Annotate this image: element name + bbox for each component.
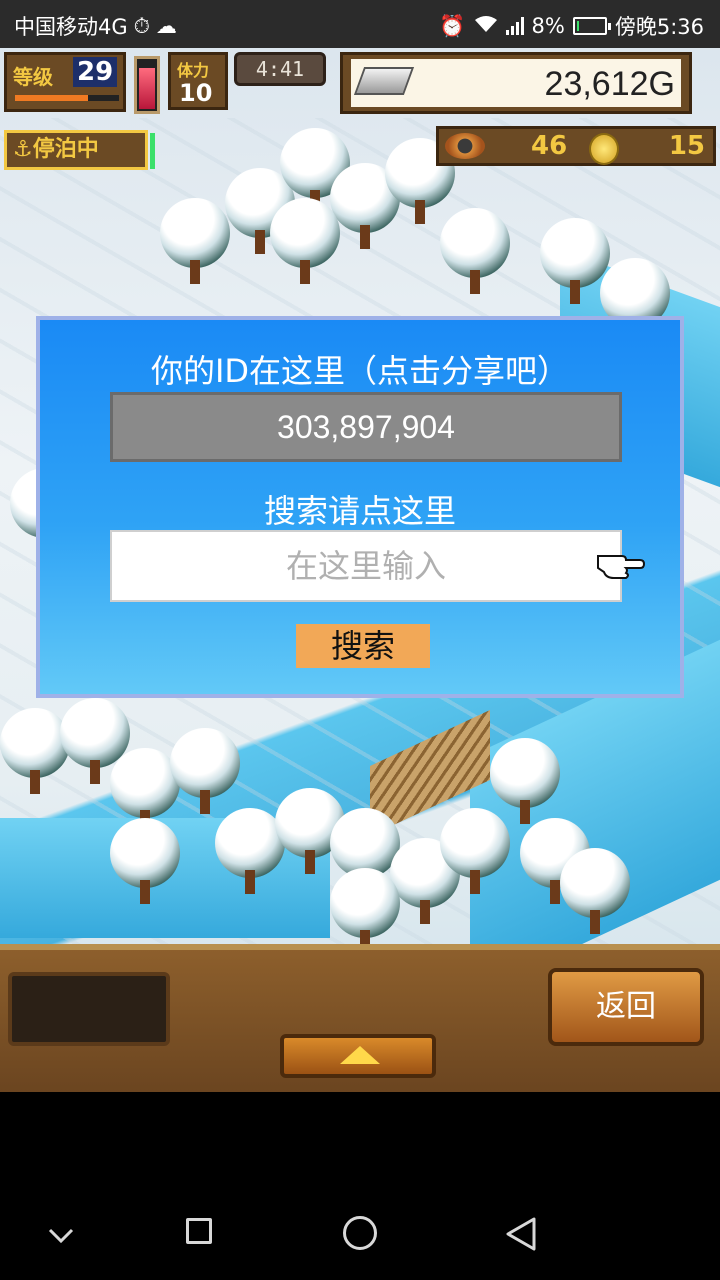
timer-icon: ⏱ bbox=[133, 13, 151, 38]
snow-tree bbox=[170, 728, 240, 818]
snow-tree bbox=[560, 848, 630, 938]
arrow-up-icon bbox=[340, 1046, 380, 1064]
gold-medal-icon bbox=[589, 133, 619, 165]
recent-apps-button[interactable] bbox=[186, 1218, 212, 1244]
id-search-dialog: 你的ID在这里（点击分享吧） 303,897,904 搜索请点这里 搜索 bbox=[36, 316, 684, 698]
status-bar: 中国移动4G ⏱ ☁ ⏰ 8% 傍晚5:36 bbox=[0, 0, 720, 48]
xp-bar-fill bbox=[15, 95, 88, 101]
resource-panel[interactable]: 46 15 bbox=[436, 126, 716, 166]
home-button[interactable] bbox=[343, 1216, 377, 1250]
status-left: 中国移动4G ⏱ ☁ bbox=[14, 11, 177, 41]
battery-icon bbox=[572, 17, 611, 35]
expand-menu-button[interactable] bbox=[280, 1034, 436, 1078]
hp-label: 体力 bbox=[177, 61, 210, 80]
timer-display: 4:41 bbox=[234, 52, 326, 86]
snow-tree bbox=[270, 198, 340, 288]
cloud-icon: ☁ bbox=[156, 14, 178, 38]
battery-fill bbox=[576, 21, 579, 31]
carrier-label: 中国移动4G bbox=[14, 15, 128, 39]
clock: 傍晚5:36 bbox=[614, 15, 704, 39]
snow-tree bbox=[160, 198, 230, 288]
level-label: 等级 bbox=[13, 65, 53, 89]
snow-tree bbox=[440, 208, 510, 298]
system-nav-bar bbox=[0, 1192, 720, 1280]
stamina-gauge bbox=[134, 56, 160, 114]
wifi-icon bbox=[474, 14, 498, 38]
pointing-hand-icon bbox=[597, 555, 646, 579]
dialog-title[interactable]: 你的ID在这里（点击分享吧） bbox=[40, 346, 680, 392]
level-value: 29 bbox=[73, 57, 118, 87]
dock-indicator bbox=[150, 133, 155, 169]
stamina-fill bbox=[139, 68, 155, 109]
silver-ingot-icon bbox=[353, 67, 415, 95]
barrel-icon bbox=[445, 133, 485, 159]
bottom-bar: 返回 bbox=[0, 944, 720, 1092]
level-panel[interactable]: 等级 29 bbox=[4, 52, 126, 112]
snow-tree bbox=[490, 738, 560, 828]
search-input[interactable] bbox=[110, 530, 622, 602]
hp-panel[interactable]: 体力 10 bbox=[168, 52, 228, 110]
money-value: 23,612G bbox=[544, 65, 675, 103]
money-panel[interactable]: 23,612G bbox=[340, 52, 692, 114]
snow-tree bbox=[110, 818, 180, 908]
status-right: ⏰ 8% 傍晚5:36 bbox=[439, 11, 704, 41]
resource-2-count: 15 bbox=[668, 131, 705, 161]
chevron-down-icon[interactable] bbox=[46, 1220, 76, 1250]
dock-status-label: ⚓停泊中 bbox=[13, 137, 99, 162]
player-id-box[interactable]: 303,897,904 bbox=[110, 392, 622, 462]
signal-icon bbox=[505, 17, 524, 35]
hp-value: 10 bbox=[179, 79, 213, 107]
xp-bar bbox=[15, 95, 119, 101]
dock-status[interactable]: ⚓停泊中 bbox=[4, 130, 155, 170]
back-button[interactable]: 返回 bbox=[548, 968, 704, 1046]
battery-percent: 8% bbox=[531, 14, 565, 38]
message-slot[interactable] bbox=[8, 972, 170, 1046]
resource-1-count: 46 bbox=[531, 131, 568, 161]
alarm-icon: ⏰ bbox=[439, 13, 466, 38]
search-button[interactable]: 搜索 bbox=[296, 624, 430, 668]
back-triangle-icon[interactable] bbox=[504, 1216, 538, 1252]
search-label: 搜索请点这里 bbox=[263, 492, 456, 530]
